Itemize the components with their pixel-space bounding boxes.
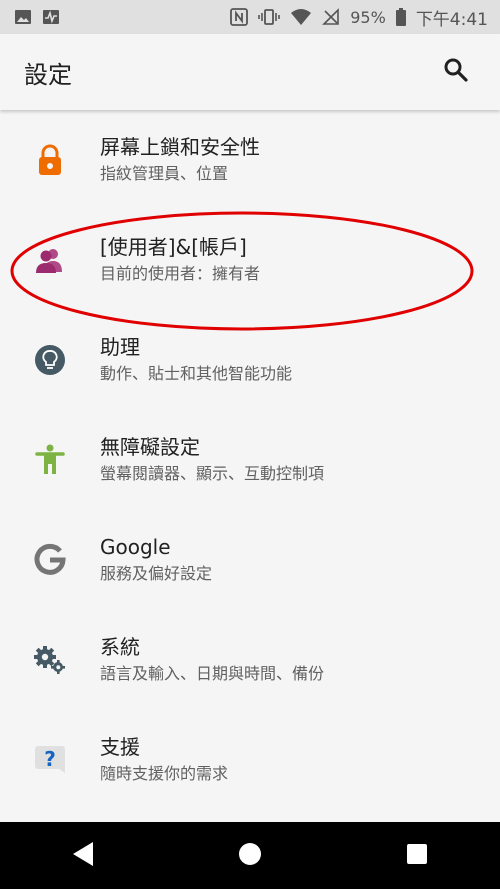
- setting-summary: 目前的使用者：擁有者: [100, 264, 261, 283]
- setting-system[interactable]: 系統 語言及輸入、日期與時間、備份: [0, 610, 500, 710]
- setting-summary: 語言及輸入、日期與時間、備份: [100, 664, 325, 683]
- page-title: 設定: [24, 60, 72, 89]
- back-icon: [71, 841, 95, 871]
- setting-label: [使用者]&[帳戶]: [100, 235, 247, 259]
- users-icon: [0, 210, 100, 310]
- setting-summary: 螢幕閱讀器、顯示、互動控制項: [100, 464, 325, 483]
- setting-users-accounts[interactable]: [使用者]&[帳戶] 目前的使用者：擁有者: [0, 210, 500, 310]
- home-button[interactable]: [220, 826, 280, 886]
- help-icon: ?: [0, 710, 100, 810]
- battery-percent: 95%: [350, 7, 386, 27]
- setting-accessibility[interactable]: 無障礙設定 螢幕閱讀器、顯示、互動控制項: [0, 410, 500, 510]
- settings-list: 屏幕上鎖和安全性 指紋管理員、位置 [使用者]&[帳戶] 目前的使用者：擁有者 …: [0, 110, 500, 810]
- setting-summary: 動作、貼士和其他智能功能: [100, 364, 293, 383]
- accessibility-icon: [0, 410, 100, 510]
- nfc-icon: [230, 8, 249, 26]
- setting-support[interactable]: ? 支援 隨時支援你的需求: [0, 710, 500, 810]
- search-icon: [443, 57, 469, 87]
- clock: 下午4:41: [415, 9, 488, 30]
- setting-summary: 指紋管理員、位置: [100, 164, 229, 183]
- setting-label: Google: [100, 535, 171, 559]
- search-button[interactable]: [432, 48, 480, 96]
- gears-icon: [0, 610, 100, 710]
- lock-icon: [0, 110, 100, 210]
- setting-summary: 隨時支援你的需求: [100, 764, 229, 783]
- activity-notification-icon: [42, 9, 60, 25]
- navigation-bar: [0, 822, 500, 889]
- setting-label: 屏幕上鎖和安全性: [100, 135, 260, 159]
- back-button[interactable]: [53, 826, 113, 886]
- battery-icon: [395, 8, 406, 26]
- no-signal-icon: [322, 8, 340, 26]
- setting-security[interactable]: 屏幕上鎖和安全性 指紋管理員、位置: [0, 110, 500, 210]
- recents-button[interactable]: [387, 826, 447, 886]
- setting-assistant[interactable]: 助理 動作、貼士和其他智能功能: [0, 310, 500, 410]
- app-bar: 設定: [0, 34, 500, 110]
- svg-text:?: ?: [44, 747, 56, 771]
- lightbulb-icon: [0, 310, 100, 410]
- status-bar: 95% 下午4:41: [0, 0, 500, 34]
- setting-label: 系統: [100, 635, 140, 659]
- recents-icon: [406, 843, 428, 869]
- vibrate-icon: [258, 8, 281, 26]
- home-icon: [238, 842, 262, 870]
- setting-google[interactable]: Google 服務及偏好設定: [0, 510, 500, 610]
- setting-label: 助理: [100, 335, 140, 359]
- setting-label: 無障礙設定: [100, 435, 200, 459]
- setting-summary: 服務及偏好設定: [100, 564, 213, 583]
- image-notification-icon: [14, 9, 32, 25]
- google-icon: [0, 510, 100, 610]
- wifi-icon: [290, 8, 312, 26]
- setting-label: 支援: [100, 735, 140, 759]
